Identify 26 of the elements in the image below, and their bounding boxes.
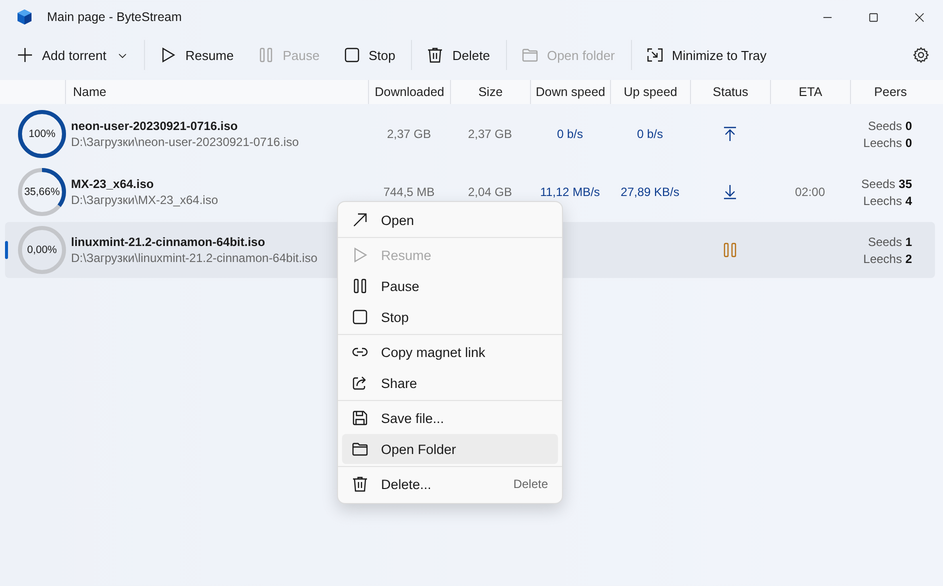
leechs-count: Leechs 4 bbox=[863, 194, 912, 208]
up-speed-cell-text: 0 b/s bbox=[636, 127, 664, 141]
window-title: Main page - ByteStream bbox=[47, 10, 183, 24]
seeds-count: Seeds 0 bbox=[868, 118, 912, 132]
file-path: D:\Загрузки\neon-user-20230921-0716.iso bbox=[71, 135, 299, 149]
seeds-count: Seeds 35 bbox=[861, 176, 912, 190]
eta-cell-text: 02:00 bbox=[794, 185, 826, 199]
down-speed-cell-text: 0 b/s bbox=[556, 127, 584, 141]
file-name: MX-23_x64.iso bbox=[71, 177, 154, 191]
leechs-count: Leechs 0 bbox=[863, 136, 912, 150]
seeds-count: Seeds 1 bbox=[868, 234, 912, 248]
file-name: linuxmint-21.2-cinnamon-64bit.iso bbox=[71, 235, 266, 249]
progress-label: 35,66% bbox=[24, 186, 60, 198]
progress-label: 0,00% bbox=[27, 244, 57, 256]
leechs-count: Leechs 2 bbox=[863, 252, 912, 266]
downloaded-cell-text: 2,37 GB bbox=[386, 127, 432, 141]
down-speed-cell-text: 11,12 MB/s bbox=[539, 185, 601, 199]
file-path: D:\Загрузки\MX-23_x64.iso bbox=[71, 193, 218, 207]
size-cell-text: 2,37 GB bbox=[466, 127, 514, 141]
up-speed-cell-text: 27,89 KB/s bbox=[620, 185, 680, 199]
downloaded-cell-text: 744,5 MB bbox=[382, 185, 436, 199]
file-path: D:\Загрузки\linuxmint-21.2-cinnamon-64bit.iso bbox=[71, 251, 318, 265]
file-name: neon-user-20230921-0716.iso bbox=[71, 119, 238, 133]
progress-label: 100% bbox=[28, 128, 56, 140]
size-cell-text: 2,04 GB bbox=[466, 185, 514, 199]
shortcut-hint: Delete bbox=[513, 477, 548, 491]
